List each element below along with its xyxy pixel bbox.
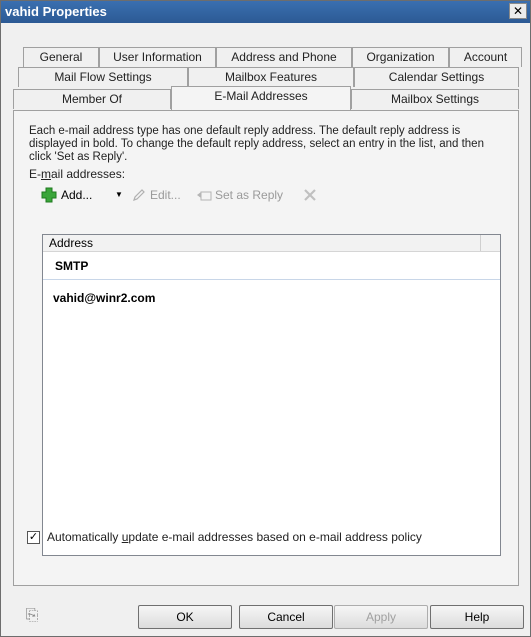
tab-address-and-phone[interactable]: Address and Phone: [216, 47, 352, 67]
ok-button[interactable]: OK: [138, 605, 232, 629]
tab-mailbox-settings[interactable]: Mailbox Settings: [351, 89, 519, 109]
list-item-email[interactable]: vahid@winr2.com: [53, 291, 155, 305]
email-address-list[interactable]: Address SMTP vahid@winr2.com: [42, 234, 501, 556]
delete-button[interactable]: [303, 185, 319, 205]
auto-update-label: Automatically update e-mail addresses ba…: [47, 530, 422, 544]
properties-dialog: vahid Properties ✕ General User Informat…: [0, 0, 531, 637]
close-button[interactable]: ✕: [509, 3, 527, 19]
tab-email-addresses[interactable]: E-Mail Addresses: [171, 86, 351, 110]
chevron-down-icon: ▼: [115, 190, 123, 199]
set-as-reply-button[interactable]: Set as Reply: [196, 185, 296, 205]
add-label: Add...: [61, 188, 93, 202]
window-title: vahid Properties: [5, 4, 107, 19]
delete-icon: [303, 188, 317, 208]
tab-user-information[interactable]: User Information: [99, 47, 216, 67]
tab-general[interactable]: General: [23, 47, 99, 67]
list-group-smtp: SMTP: [55, 259, 89, 273]
email-addresses-label: E-mail addresses:: [29, 167, 126, 181]
tab-member-of[interactable]: Member Of: [13, 89, 171, 109]
close-icon: ✕: [512, 4, 524, 18]
tab-calendar-settings[interactable]: Calendar Settings: [354, 67, 519, 87]
group-divider: [43, 279, 500, 280]
description-text: Each e-mail address type has one default…: [29, 125, 484, 163]
help-button[interactable]: Help: [430, 605, 524, 629]
tab-organization[interactable]: Organization: [352, 47, 449, 67]
context-help-icon[interactable]: ⎘: [21, 606, 43, 626]
auto-update-checkbox[interactable]: ✓: [27, 531, 40, 544]
set-as-reply-label: Set as Reply: [215, 188, 284, 202]
cancel-button[interactable]: Cancel: [239, 605, 333, 629]
tab-mail-flow-settings[interactable]: Mail Flow Settings: [18, 67, 188, 87]
address-column-header[interactable]: Address: [43, 235, 481, 251]
tab-mailbox-features[interactable]: Mailbox Features: [188, 67, 354, 87]
edit-button[interactable]: Edit...: [132, 185, 190, 205]
pencil-icon: [132, 188, 146, 208]
tab-account[interactable]: Account: [449, 47, 522, 67]
add-icon: [41, 187, 57, 203]
apply-button[interactable]: Apply: [334, 605, 428, 629]
reply-icon: [196, 188, 212, 208]
title-bar[interactable]: vahid Properties ✕: [1, 1, 530, 23]
edit-label: Edit...: [150, 188, 181, 202]
add-button[interactable]: Add... ▼: [41, 185, 123, 205]
list-header: Address: [43, 235, 500, 252]
